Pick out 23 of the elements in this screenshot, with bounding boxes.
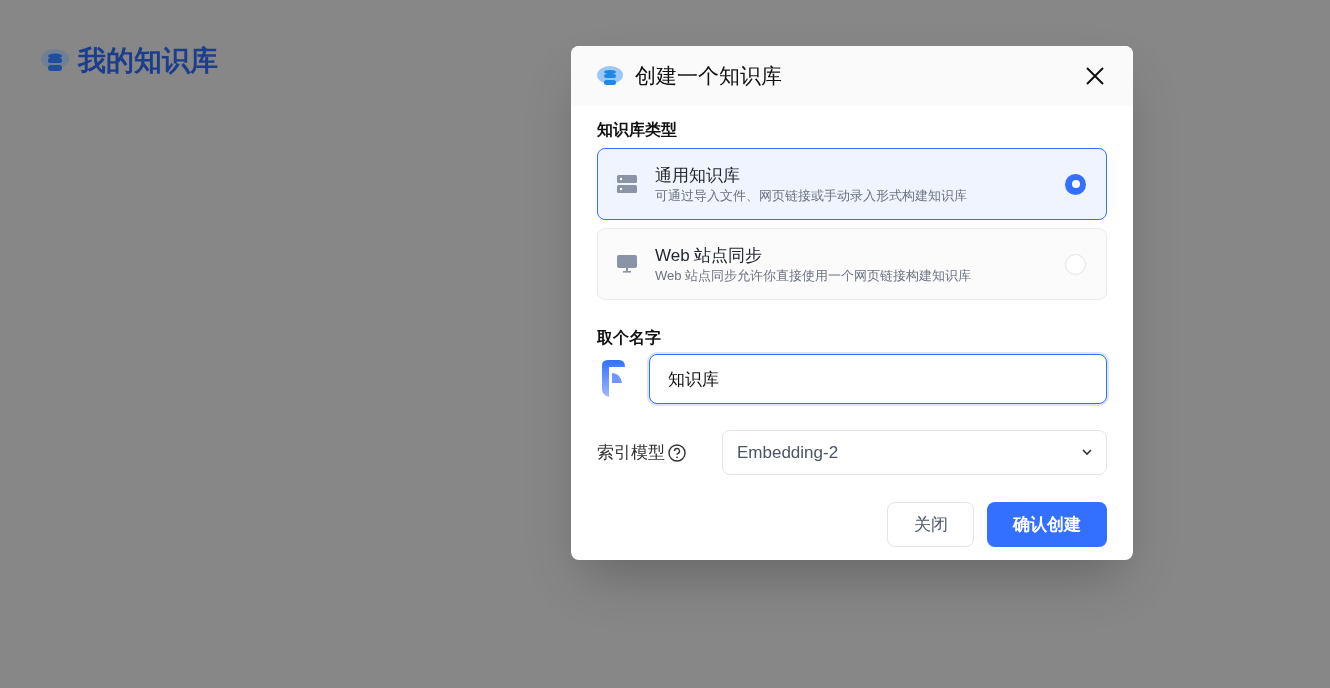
model-select[interactable]: Embedding-2 xyxy=(722,430,1107,475)
dialog-title: 创建一个知识库 xyxy=(635,63,782,90)
help-icon xyxy=(668,443,686,462)
option-description: 可通过导入文件、网页链接或手动录入形式构建知识库 xyxy=(655,186,968,204)
type-option[interactable]: Web 站点同步 Web 站点同步允许你直接使用一个网页链接构建知识库 xyxy=(597,228,1107,300)
close-button[interactable]: 关闭 xyxy=(887,502,974,547)
radio-button[interactable] xyxy=(1065,173,1086,195)
confirm-button[interactable]: 确认创建 xyxy=(987,502,1107,547)
name-input[interactable]: 知识库 xyxy=(649,354,1107,404)
page-title: 我的知识库 xyxy=(78,44,218,78)
monitor-icon xyxy=(617,255,637,273)
option-title: 通用知识库 xyxy=(655,164,741,187)
server-icon xyxy=(617,175,637,193)
section-label: 知识库类型 xyxy=(597,120,678,140)
chevron-down-icon xyxy=(1082,449,1092,456)
option-title: Web 站点同步 xyxy=(655,244,764,267)
field-label: 索引模型 xyxy=(597,441,665,464)
option-description: Web 站点同步允许你直接使用一个网页链接构建知识库 xyxy=(655,266,973,284)
radio-button[interactable] xyxy=(1065,253,1086,275)
section-label: 取个名字 xyxy=(597,328,662,348)
database-cloud-icon xyxy=(597,64,623,88)
type-option[interactable]: 通用知识库 可通过导入文件、网页链接或手动录入形式构建知识库 xyxy=(597,148,1107,220)
close-icon xyxy=(1086,67,1104,85)
